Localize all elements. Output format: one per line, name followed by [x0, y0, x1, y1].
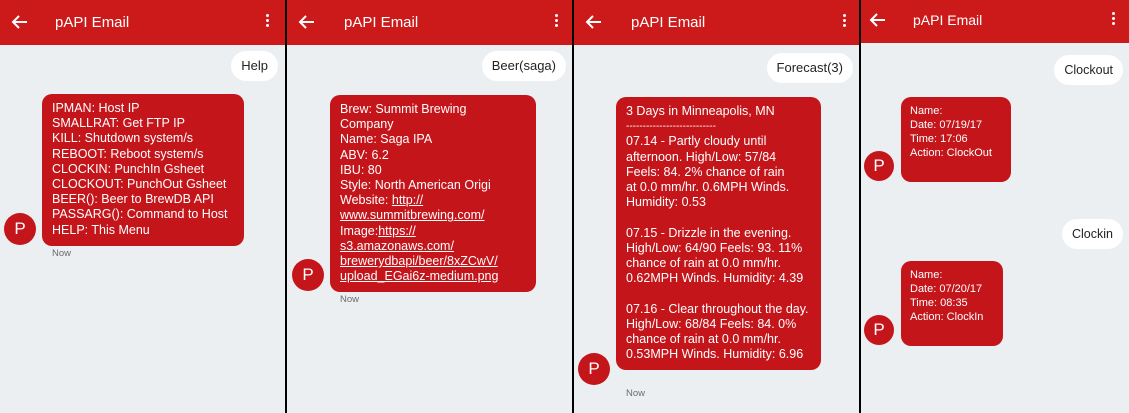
message-line: Time: 17:06	[910, 133, 968, 145]
received-message: 3 Days in Minneapolis, MN --------------…	[616, 97, 821, 371]
image-link[interactable]: upload_EGai6z-medium.png	[340, 269, 498, 283]
app-bar: pAPI Email	[0, 0, 285, 45]
message-line: chance of rain at 0.0 mm/hr.	[626, 332, 781, 347]
message-line: Feels: 84. 2% chance of rain	[626, 164, 785, 179]
more-vert-icon[interactable]	[1110, 12, 1116, 28]
message-line: 0.53MPH Winds. Humidity: 6.96	[626, 347, 804, 362]
message-line: 07.16 - Clear throughout the day.	[626, 301, 809, 316]
more-vert-icon[interactable]	[264, 14, 270, 30]
message-line: Date: 07/20/17	[910, 283, 983, 295]
message-line: CLOCKOUT: PunchOut Gsheet	[52, 177, 227, 192]
arrow-left-icon[interactable]	[297, 12, 317, 32]
message-line: at 0.0 mm/hr. 0.6MPH Winds.	[626, 180, 790, 195]
screenshot-collage: pAPI Email Help IPMAN: Host IP SMALLRAT:…	[0, 0, 1129, 413]
message-line: Style: North American Origi	[340, 178, 491, 193]
message-line: afternoon. High/Low: 57/84	[626, 149, 777, 164]
message-line: Website: http://	[340, 193, 526, 208]
message-line: brewerydbapi/beer/8xZCwV/	[340, 254, 526, 269]
received-message: IPMAN: Host IP SMALLRAT: Get FTP IP KILL…	[42, 94, 244, 246]
more-vert-icon[interactable]	[553, 14, 559, 30]
more-vert-icon[interactable]	[841, 14, 847, 30]
message-line: Company	[340, 117, 394, 132]
message-line: Date: 07/19/17	[910, 119, 983, 131]
sent-message: Forecast(3)	[766, 53, 853, 83]
arrow-left-icon[interactable]	[868, 10, 888, 30]
message-line: ABV: 6.2	[340, 147, 389, 162]
message-timestamp: Now	[340, 294, 360, 305]
message-line: IBU: 80	[340, 162, 382, 177]
message-line: 07.15 - Drizzle in the evening.	[626, 225, 792, 240]
sent-message: Clockin	[1062, 219, 1123, 249]
message-line: High/Low: 64/90 Feels: 93. 11%	[626, 240, 803, 255]
message-line: Action: ClockIn	[910, 311, 984, 323]
avatar: P	[4, 213, 36, 245]
forecast-header: 3 Days in Minneapolis, MN	[626, 104, 775, 118]
message-line: CLOCKIN: PunchIn Gsheet	[52, 161, 205, 176]
screen-forecast: pAPI Email Forecast(3) 3 Days in Minneap…	[574, 0, 859, 413]
message-line: Image:https://	[340, 224, 526, 239]
image-link[interactable]: s3.amazonaws.com/	[340, 239, 454, 253]
message-line: s3.amazonaws.com/	[340, 239, 526, 254]
website-label: Website:	[340, 193, 392, 208]
message-line: REBOOT: Reboot system/s	[52, 146, 204, 161]
message-line: chance of rain at 0.0 mm/hr.	[626, 256, 781, 271]
app-title: pAPI Email	[55, 14, 130, 31]
website-link-suffix[interactable]: /	[481, 208, 484, 222]
app-title: pAPI Email	[344, 14, 419, 31]
message-line: PASSARG(): Command to Host	[52, 207, 228, 222]
received-message: Name: Date: 07/19/17 Time: 17:06 Action:…	[901, 97, 1011, 182]
received-message: Brew: Summit Brewing Company Name: Saga …	[330, 95, 536, 293]
avatar: P	[292, 259, 324, 291]
app-title: pAPI Email	[913, 12, 983, 28]
message-line: www.summitbrewing.com/	[340, 208, 526, 223]
screen-help: pAPI Email Help IPMAN: Host IP SMALLRAT:…	[0, 0, 285, 413]
app-bar: pAPI Email	[861, 0, 1129, 43]
image-link[interactable]: brewerydbapi/beer/8xZCwV/	[340, 254, 498, 268]
website-link[interactable]: www.summitbrewing.com	[340, 208, 481, 222]
message-line: SMALLRAT: Get FTP IP	[52, 116, 185, 131]
message-line: 0.62MPH Winds. Humidity: 4.39	[626, 271, 804, 286]
image-link[interactable]: https://	[378, 224, 416, 238]
message-line: KILL: Shutdown system/s	[52, 131, 194, 146]
message-line: High/Low: 68/84 Feels: 84. 0%	[626, 316, 797, 331]
message-line: BEER(): Beer to BrewDB API	[52, 192, 214, 207]
avatar: P	[864, 315, 894, 345]
screen-clock: pAPI Email Clockout Name: Date: 07/19/17…	[861, 0, 1129, 413]
website-link[interactable]: http://	[392, 193, 423, 207]
message-line: 07.14 - Partly cloudy until	[626, 134, 767, 149]
message-line: IPMAN: Host IP	[52, 101, 140, 115]
screen-beer: pAPI Email Beer(saga) Brew: Summit Brewi…	[287, 0, 572, 413]
message-timestamp: Now	[626, 388, 646, 399]
message-line: Humidity: 0.53	[626, 195, 706, 210]
app-bar: pAPI Email	[287, 0, 572, 45]
message-line: Time: 08:35	[910, 297, 968, 309]
received-message: Name: Date: 07/20/17 Time: 08:35 Action:…	[901, 261, 1003, 346]
message-line: Brew: Summit Brewing	[340, 102, 467, 116]
arrow-left-icon[interactable]	[10, 12, 30, 32]
sent-message: Clockout	[1054, 55, 1123, 85]
sent-message: Help	[231, 51, 278, 81]
message-line: Name: Saga IPA	[340, 132, 433, 147]
image-label: Image:	[340, 223, 379, 238]
message-line: upload_EGai6z-medium.png	[340, 269, 526, 284]
arrow-left-icon[interactable]	[584, 12, 604, 32]
message-line: Name:	[910, 105, 943, 117]
avatar: P	[864, 151, 894, 181]
app-title: pAPI Email	[631, 14, 706, 31]
avatar: P	[578, 353, 610, 385]
forecast-divider: ---------------------------	[626, 121, 716, 133]
app-bar: pAPI Email	[574, 0, 859, 45]
message-line: Name:	[910, 269, 943, 281]
message-line: Action: ClockOut	[910, 147, 992, 159]
sent-message: Beer(saga)	[481, 51, 566, 81]
message-line: HELP: This Menu	[52, 222, 150, 237]
message-timestamp: Now	[52, 248, 72, 259]
